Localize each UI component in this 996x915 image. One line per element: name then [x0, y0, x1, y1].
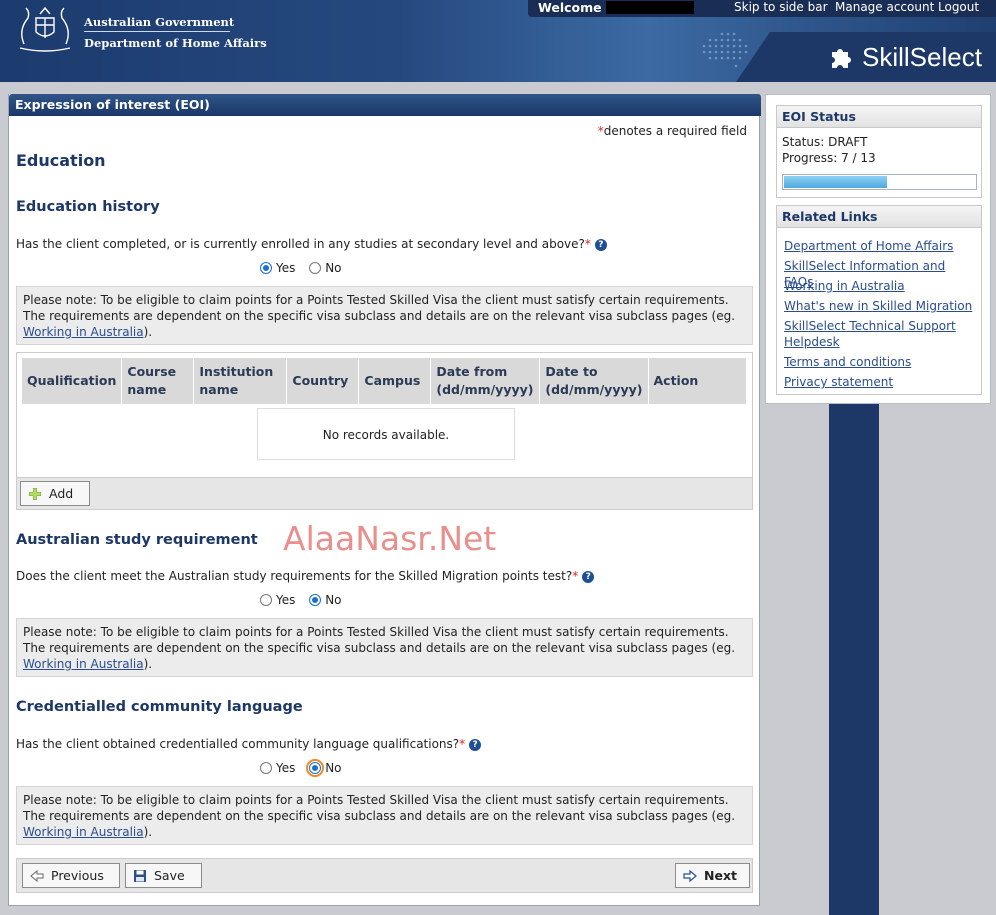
related-link-home-affairs[interactable]: Department of Home Affairs [784, 238, 976, 254]
redacted-name [606, 1, 694, 14]
related-link-privacy[interactable]: Privacy statement [784, 374, 976, 390]
form-navigation-bar: Previous Save Next [16, 858, 753, 893]
site-header: Australian Government Department of Home… [0, 0, 996, 82]
decorative-column [829, 380, 879, 915]
table-header-row: Qualification Course name Institution na… [22, 358, 747, 404]
related-links-panel: Related Links Department of Home Affairs… [776, 205, 982, 395]
puzzle-icon [832, 49, 851, 68]
education-table-container: Qualification Course name Institution na… [16, 352, 753, 510]
column-header: Campus [358, 358, 432, 404]
education-history-heading: Education history [16, 199, 160, 215]
related-link-terms[interactable]: Terms and conditions [784, 354, 976, 370]
brand-logo: SkillSelect [770, 32, 996, 82]
study-requirement-heading: Australian study requirement [16, 532, 258, 548]
eligibility-note: Please note: To be eligible to claim poi… [16, 618, 753, 677]
panel-titlebar: Expression of interest (EOI) [9, 94, 761, 116]
previous-button[interactable]: Previous [22, 863, 120, 888]
education-table: Qualification Course name Institution na… [22, 358, 747, 404]
eoi-panel: Expression of interest (EOI) *denotes a … [8, 94, 761, 906]
eoi-status-panel: EOI Status Status: DRAFT Progress: 7 / 1… [776, 105, 982, 198]
department-name: Department of Home Affairs [84, 36, 267, 50]
arrow-left-icon [30, 869, 44, 883]
help-icon[interactable]: ? [594, 239, 607, 251]
related-link-tech-support[interactable]: SkillSelect Technical Support Helpdesk [784, 318, 976, 350]
related-link-whats-new[interactable]: What's new in Skilled Migration [784, 298, 976, 314]
community-language-radio-group: Yes No [260, 759, 352, 777]
sidebar: EOI Status Status: DRAFT Progress: 7 / 1… [765, 94, 991, 404]
education-history-yes-radio[interactable] [260, 262, 272, 274]
column-header: Qualification [22, 358, 123, 404]
column-header: Action [648, 358, 747, 404]
manage-account-link[interactable]: Manage account [835, 0, 934, 14]
column-header: Date to (dd/mm/yyyy) [539, 358, 649, 404]
community-language-question: Has the client obtained credentialled co… [16, 737, 482, 751]
study-requirement-yes-radio[interactable] [260, 594, 272, 606]
community-language-heading: Credentialled community language [16, 699, 303, 715]
save-button[interactable]: Save [125, 863, 202, 888]
brand-name: SkillSelect [862, 42, 982, 72]
section-title: Education [16, 151, 106, 170]
required-field-note: *denotes a required field [597, 124, 747, 138]
arrow-right-icon [683, 869, 697, 883]
column-header: Date from (dd/mm/yyyy) [430, 358, 541, 404]
skip-to-sidebar-link[interactable]: Skip to side bar [734, 0, 828, 14]
working-in-australia-link[interactable]: Working in Australia [23, 825, 144, 839]
header-divider [84, 31, 230, 32]
community-language-no-radio[interactable] [306, 759, 325, 777]
brand-notch [736, 32, 770, 82]
eligibility-note: Please note: To be eligible to claim poi… [16, 786, 753, 845]
eoi-status-heading: EOI Status [777, 106, 981, 128]
column-header: Country [286, 358, 360, 404]
watermark: AlaaNasr.Net [283, 519, 497, 558]
education-history-question: Has the client completed, or is currentl… [16, 237, 607, 251]
column-header: Course name [121, 358, 195, 404]
education-history-no-radio[interactable] [309, 262, 322, 274]
logout-link[interactable]: Logout [938, 0, 979, 14]
add-button[interactable]: Add [20, 481, 90, 506]
empty-table-message: No records available. [257, 408, 515, 460]
eoi-status-text: Status: DRAFT [782, 135, 868, 149]
welcome-text: Welcome E [538, 0, 615, 15]
study-requirement-radio-group: Yes No [260, 593, 352, 607]
eoi-progress-text: Progress: 7 / 13 [782, 151, 876, 165]
related-link-working-in-australia[interactable]: Working in Australia [784, 278, 976, 294]
government-name: Australian Government [84, 15, 235, 29]
account-bar: Welcome E Skip to side bar Manage accoun… [528, 0, 996, 17]
eligibility-note: Please note: To be eligible to claim poi… [16, 286, 753, 345]
help-icon[interactable]: ? [469, 739, 482, 751]
education-history-radio-group: Yes No [260, 261, 352, 275]
floppy-disk-icon [134, 870, 146, 882]
decorative-column-light [879, 380, 996, 915]
study-requirement-question: Does the client meet the Australian stud… [16, 569, 595, 583]
working-in-australia-link[interactable]: Working in Australia [23, 657, 144, 671]
table-toolbar: Add [17, 477, 752, 509]
column-header: Institution name [193, 358, 288, 404]
next-button[interactable]: Next [675, 863, 750, 888]
panel-title: Expression of interest (EOI) [15, 97, 210, 112]
help-icon[interactable]: ? [582, 571, 595, 583]
study-requirement-no-radio[interactable] [309, 594, 322, 606]
working-in-australia-link[interactable]: Working in Australia [23, 325, 144, 339]
plus-icon [29, 488, 41, 500]
progress-bar-fill [784, 176, 887, 188]
community-language-yes-radio[interactable] [260, 762, 272, 774]
coat-of-arms-icon [19, 6, 71, 52]
related-links-heading: Related Links [777, 206, 981, 228]
progress-bar [782, 174, 977, 190]
